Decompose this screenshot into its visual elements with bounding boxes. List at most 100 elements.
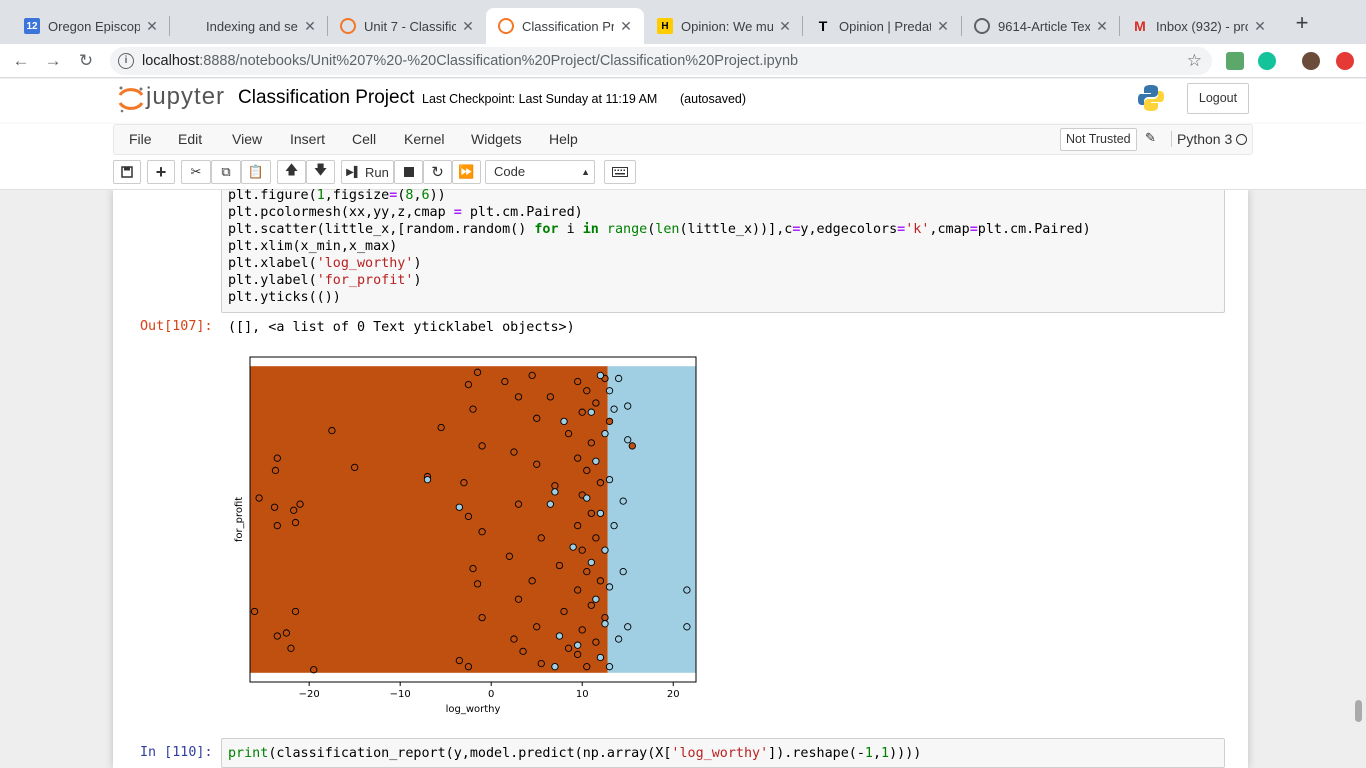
- jupyter-logo-icon[interactable]: [117, 85, 145, 113]
- data-point: [546, 500, 555, 508]
- insert-cell-button[interactable]: +: [147, 160, 175, 184]
- close-tab-icon[interactable]: ✕: [935, 18, 951, 35]
- code-line-3: plt.scatter(little_x,[random.random() fo…: [228, 222, 1091, 237]
- new-tab-button[interactable]: +: [1291, 12, 1313, 34]
- tab-title: Unit 7 - Classific: [364, 18, 456, 34]
- data-point: [601, 430, 609, 438]
- notebook-name[interactable]: Classification Project: [238, 87, 414, 109]
- fast-forward-icon: ⏩: [458, 164, 475, 179]
- browser-tab[interactable]: Classification Pr ✕: [486, 8, 644, 44]
- restart-button[interactable]: ↻: [423, 160, 452, 184]
- menu-kernel[interactable]: Kernel: [404, 131, 444, 147]
- data-point: [464, 663, 473, 671]
- logout-button[interactable]: Logout: [1187, 83, 1249, 114]
- menu-edit[interactable]: Edit: [178, 131, 202, 147]
- forward-icon[interactable]: →: [42, 50, 64, 72]
- data-point: [624, 402, 632, 410]
- menu-view[interactable]: View: [232, 131, 262, 147]
- close-tab-icon[interactable]: ✕: [1252, 18, 1268, 35]
- data-point: [583, 494, 591, 502]
- data-point: [282, 629, 291, 637]
- cell-type-value: Code: [494, 164, 526, 179]
- site-info-icon[interactable]: i: [118, 53, 134, 69]
- menu-insert[interactable]: Insert: [290, 131, 325, 147]
- browser-tab[interactable]: M Inbox (932) - pro ✕: [1120, 8, 1278, 44]
- address-bar[interactable]: i localhost:8888/notebooks/Unit%207%20-%…: [110, 47, 1212, 75]
- browser-tab[interactable]: Unit 7 - Classific ✕: [328, 8, 486, 44]
- page-scrollbar[interactable]: [1355, 700, 1362, 722]
- command-palette-button[interactable]: [604, 160, 636, 184]
- data-point: [574, 650, 582, 659]
- code-line-in110[interactable]: print(classification_report(y,model.pred…: [228, 745, 921, 762]
- close-tab-icon[interactable]: ✕: [1094, 18, 1110, 35]
- menubar: File Edit View Insert Cell Kernel Widget…: [113, 124, 1253, 155]
- extension-icon[interactable]: [1226, 52, 1244, 70]
- menu-widgets[interactable]: Widgets: [471, 131, 522, 147]
- tab-separator: [802, 16, 803, 36]
- code-cell-input[interactable]: plt.figure(1,figsize=(8,6)) plt.pcolorme…: [221, 187, 1225, 313]
- data-point: [270, 503, 279, 511]
- not-trusted-button[interactable]: Not Trusted: [1060, 128, 1137, 151]
- url-text[interactable]: localhost:8888/notebooks/Unit%207%20-%20…: [142, 53, 798, 69]
- jupyter-logo-text[interactable]: jupyter: [146, 83, 225, 111]
- data-point: [587, 408, 595, 416]
- code-cell-input-2[interactable]: print(classification_report(y,model.pred…: [221, 738, 1225, 768]
- y-axis-label: for_profit: [234, 497, 245, 542]
- browser-tab[interactable]: 9614-Article Tex ✕: [962, 8, 1120, 44]
- data-point: [528, 371, 536, 380]
- close-tab-icon[interactable]: ✕: [777, 18, 793, 35]
- decision-region: [250, 366, 608, 673]
- move-down-button[interactable]: 🡇: [306, 160, 335, 184]
- data-point: [514, 393, 523, 401]
- kernel-name[interactable]: Python 3: [1171, 131, 1232, 147]
- data-point: [578, 626, 586, 634]
- update-alert-icon[interactable]: [1336, 52, 1354, 70]
- save-button[interactable]: [113, 160, 141, 184]
- back-icon[interactable]: ←: [10, 50, 32, 72]
- data-point: [592, 638, 600, 646]
- close-tab-icon[interactable]: ✕: [618, 18, 634, 35]
- close-tab-icon[interactable]: ✕: [302, 18, 318, 35]
- data-point: [605, 387, 614, 395]
- data-point: [578, 408, 586, 416]
- close-tab-icon[interactable]: ✕: [460, 18, 476, 35]
- avatar[interactable]: [1302, 52, 1320, 70]
- reload-icon[interactable]: ↻: [75, 50, 97, 72]
- copy-button[interactable]: ⧉: [211, 160, 241, 184]
- grammarly-icon[interactable]: [1258, 52, 1276, 70]
- run-button[interactable]: ▶▌ Run: [341, 160, 394, 184]
- move-up-button[interactable]: 🡅: [277, 160, 306, 184]
- menu-file[interactable]: File: [129, 131, 152, 147]
- paste-button[interactable]: 📋: [241, 160, 271, 184]
- browser-toolbar: ← → ↻ i localhost:8888/notebooks/Unit%20…: [0, 44, 1366, 78]
- close-tab-icon[interactable]: ✕: [144, 18, 160, 35]
- menu-cell[interactable]: Cell: [352, 131, 376, 147]
- data-point: [460, 479, 468, 487]
- data-point: [605, 663, 614, 671]
- bookmark-star-icon[interactable]: ☆: [1187, 51, 1202, 71]
- data-point: [537, 659, 545, 668]
- interrupt-button[interactable]: [394, 160, 423, 184]
- browser-tab[interactable]: H Opinion: We mus ✕: [645, 8, 803, 44]
- browser-tab[interactable]: Indexing and sele ✕: [170, 8, 328, 44]
- cut-button[interactable]: ✂: [181, 160, 211, 184]
- menu-help[interactable]: Help: [549, 131, 578, 147]
- calendar-12-icon: 12: [24, 18, 40, 34]
- browser-tab[interactable]: 12 Oregon Episcopa ✕: [12, 8, 170, 44]
- tab-separator: [327, 16, 328, 36]
- x-tick-label: 10: [576, 689, 589, 700]
- browser-tab[interactable]: T Opinion | Predat ✕: [803, 8, 961, 44]
- jupyter-icon: [340, 18, 356, 34]
- x-axis-label: log_worthy: [446, 704, 501, 715]
- data-point: [592, 457, 600, 465]
- code-block[interactable]: plt.figure(1,figsize=(8,6)) plt.pcolorme…: [228, 187, 1091, 306]
- edit-pencil-icon[interactable]: ✎: [1145, 130, 1156, 146]
- data-point: [596, 653, 605, 662]
- cell-type-select[interactable]: Code▲▼: [485, 160, 595, 199]
- restart-run-all-button[interactable]: ⏩: [452, 160, 481, 184]
- data-point: [533, 414, 541, 422]
- data-point: [473, 368, 482, 376]
- data-point: [464, 512, 473, 521]
- kernel-idle-icon: [1236, 134, 1247, 145]
- data-point: [514, 500, 523, 508]
